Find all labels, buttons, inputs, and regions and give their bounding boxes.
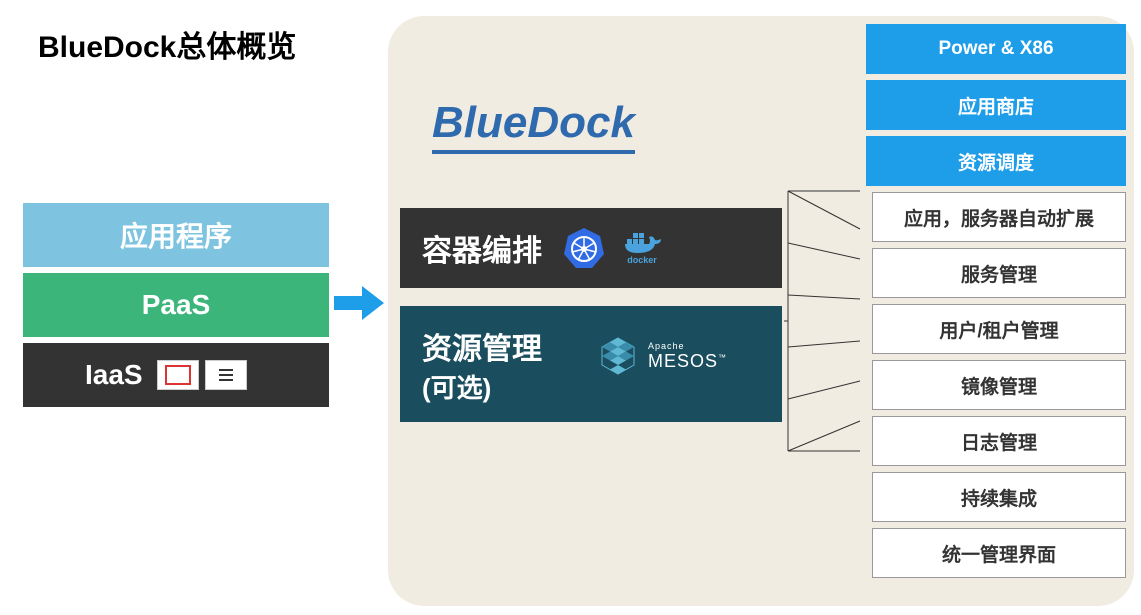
iaas-icons xyxy=(157,360,247,390)
arrow-icon xyxy=(334,278,384,328)
center-block-orchestration: 容器编排 xyxy=(400,208,782,288)
orch-label: 容器编排 xyxy=(422,226,542,270)
right-white-6: 统一管理界面 xyxy=(872,528,1126,578)
docker-icon: docker xyxy=(618,229,666,267)
kubernetes-icon xyxy=(562,226,606,270)
right-white-0: 应用，服务器自动扩展 xyxy=(872,192,1126,242)
left-block-app: 应用程序 xyxy=(20,200,332,270)
mesos-icon: ApacheMESOS™ xyxy=(596,334,727,378)
right-white-5: 持续集成 xyxy=(872,472,1126,522)
bracket-icon xyxy=(784,181,864,461)
openstack-icon xyxy=(157,360,199,390)
center-block-resource: 资源管理 (可选) ApacheMESOS™ xyxy=(400,306,782,422)
page-title: BlueDock总体概览 xyxy=(38,22,296,66)
right-white-3: 镜像管理 xyxy=(872,360,1126,410)
left-block-paas: PaaS xyxy=(20,270,332,340)
right-white-4: 日志管理 xyxy=(872,416,1126,466)
res-label-1: 资源管理 xyxy=(422,324,542,368)
left-block-iaas: IaaS xyxy=(20,340,332,410)
left-stack: 应用程序 PaaS IaaS xyxy=(20,200,332,410)
right-blue-1: 应用商店 xyxy=(866,80,1126,130)
right-blue-0: Power & X86 xyxy=(866,24,1126,74)
orch-icons: docker xyxy=(562,226,666,270)
softlayer-icon xyxy=(205,360,247,390)
right-white-2: 用户/租户管理 xyxy=(872,304,1126,354)
main-panel: BlueDock 容器编排 xyxy=(388,16,1134,606)
iaas-label: IaaS xyxy=(85,359,143,391)
bluedock-title: BlueDock xyxy=(432,98,635,154)
right-stack: Power & X86 应用商店 资源调度 应用，服务器自动扩展 服务管理 用户… xyxy=(866,24,1126,578)
right-blue-2: 资源调度 xyxy=(866,136,1126,186)
right-white-1: 服务管理 xyxy=(872,248,1126,298)
res-label-2: (可选) xyxy=(422,368,491,405)
